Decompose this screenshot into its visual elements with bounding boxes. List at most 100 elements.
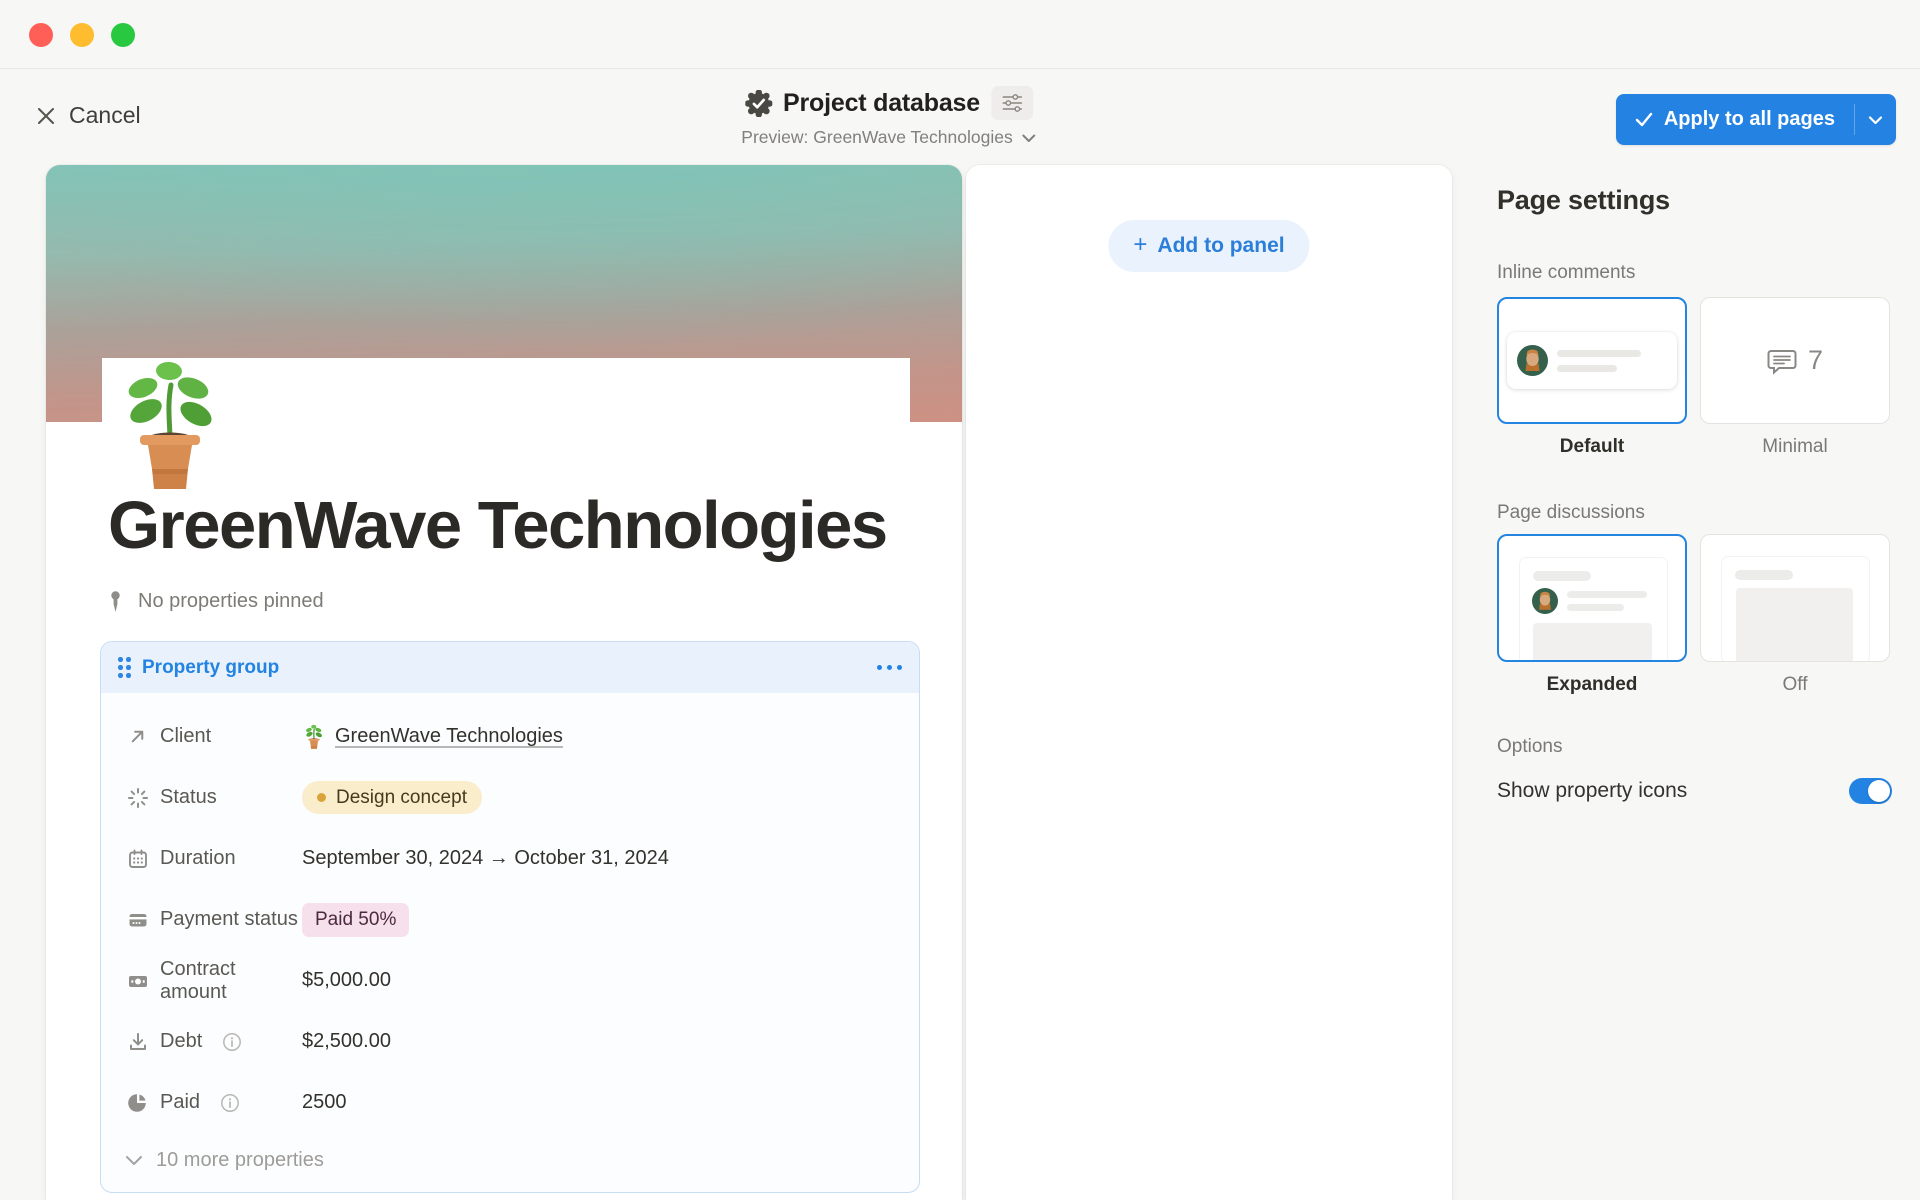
add-to-panel-button[interactable]: + Add to panel	[1108, 220, 1309, 272]
database-settings-button[interactable]	[991, 86, 1033, 120]
show-property-icons-label: Show property icons	[1497, 779, 1687, 803]
property-row-payment-status: Payment status Paid 50%	[101, 889, 919, 950]
potted-plant-emoji	[302, 723, 326, 750]
property-value-duration[interactable]: September 30, 2024 → October 31, 2024	[302, 847, 669, 870]
property-row-status: Status Design concept	[101, 767, 919, 828]
property-name: Status	[160, 786, 217, 809]
info-icon[interactable]	[222, 1032, 242, 1052]
property-name: Client	[160, 725, 211, 748]
inline-comments-label: Inline comments	[1497, 262, 1920, 284]
inline-comments-option-minimal[interactable]: 7	[1700, 297, 1890, 424]
date-range: September 30, 2024 → October 31, 2024	[302, 847, 669, 870]
page-discussions-option-off[interactable]	[1700, 534, 1890, 662]
cancel-label: Cancel	[69, 102, 141, 129]
plus-icon: +	[1133, 231, 1147, 259]
property-value-payment-status[interactable]: Paid 50%	[302, 903, 409, 937]
drag-handle-icon[interactable]	[118, 657, 131, 678]
zoom-window-button[interactable]	[111, 23, 135, 47]
discussion-off-thumbnail	[1722, 557, 1869, 662]
avatar	[1532, 588, 1558, 614]
property-label-debt[interactable]: Debt	[126, 1030, 302, 1053]
banknote-icon	[126, 969, 149, 992]
page-discussions-option-labels: Expanded Off	[1497, 674, 1920, 696]
preview-label: Preview: GreenWave Technologies	[741, 127, 1012, 148]
comment-bubble-icon	[1767, 346, 1797, 376]
comment-preview-thumbnail	[1507, 332, 1677, 389]
inline-comments-options: 7	[1497, 297, 1920, 424]
calendar-icon	[126, 847, 149, 870]
page-discussions-label: Page discussions	[1497, 502, 1920, 524]
property-rows: Client	[101, 693, 919, 1188]
property-label-paid[interactable]: Paid	[126, 1091, 302, 1114]
close-window-button[interactable]	[29, 23, 53, 47]
relation-link[interactable]: GreenWave Technologies	[335, 725, 563, 748]
minimize-window-button[interactable]	[70, 23, 94, 47]
more-properties-toggle[interactable]: 10 more properties	[101, 1133, 919, 1188]
property-label-duration[interactable]: Duration	[126, 847, 302, 870]
property-value-debt[interactable]: $2,500.00	[302, 1030, 391, 1053]
option-label-minimal: Minimal	[1700, 436, 1890, 458]
more-options-icon[interactable]	[877, 665, 902, 670]
property-label-contract-amount[interactable]: Contract amount	[126, 958, 302, 1004]
inline-comments-option-labels: Default Minimal	[1497, 436, 1920, 458]
discussion-expanded-thumbnail	[1520, 558, 1667, 662]
property-row-duration: Duration September 30, 2024 → October 31…	[101, 828, 919, 889]
page-discussions-option-expanded[interactable]	[1497, 534, 1687, 662]
amount-text: 2500	[302, 1091, 347, 1114]
status-pill[interactable]: Design concept	[302, 781, 482, 814]
property-name: Paid	[160, 1091, 200, 1114]
download-arrow-icon	[126, 1030, 149, 1053]
property-row-paid: Paid 2500	[101, 1072, 919, 1133]
potted-plant-emoji[interactable]	[110, 351, 230, 495]
property-group-header[interactable]: Property group	[101, 642, 919, 693]
comment-text-lines	[1557, 350, 1641, 372]
verified-badge-icon	[745, 90, 772, 117]
option-label-default: Default	[1497, 436, 1687, 458]
payment-status-label: Paid 50%	[315, 909, 396, 931]
property-value-contract-amount[interactable]: $5,000.00	[302, 969, 391, 992]
option-label-expanded: Expanded	[1497, 674, 1687, 696]
property-value-client[interactable]: GreenWave Technologies	[302, 723, 563, 750]
page-preview-card: GreenWave Technologies No properties pin…	[46, 165, 962, 1200]
more-properties-label: 10 more properties	[156, 1149, 324, 1172]
pinned-note-label: No properties pinned	[138, 590, 324, 613]
comment-badge-thumbnail: 7	[1767, 345, 1823, 376]
credit-card-icon	[126, 908, 149, 931]
side-panel-preview: + Add to panel	[966, 165, 1452, 1200]
show-property-icons-row: Show property icons	[1497, 778, 1892, 804]
inline-comments-option-default[interactable]	[1497, 297, 1687, 424]
status-dot	[317, 793, 326, 802]
status-spinner-icon	[126, 786, 149, 809]
page-settings-sidebar: Page settings Inline comments	[1452, 69, 1920, 1200]
comment-count: 7	[1808, 345, 1823, 376]
property-label-client[interactable]: Client	[126, 725, 302, 748]
property-name: Contract amount	[160, 958, 302, 1004]
property-group-block: Property group Client	[100, 641, 920, 1193]
property-value-paid[interactable]: 2500	[302, 1091, 347, 1114]
status-label: Design concept	[336, 787, 467, 809]
sliders-icon	[1001, 93, 1023, 113]
preview-selector[interactable]: Preview: GreenWave Technologies	[741, 127, 1036, 148]
avatar	[1517, 345, 1548, 376]
amount-text: $5,000.00	[302, 969, 391, 992]
arrow-up-right-icon	[126, 725, 149, 748]
page-title: GreenWave Technologies	[108, 487, 928, 564]
property-value-status[interactable]: Design concept	[302, 781, 482, 814]
property-name: Duration	[160, 847, 236, 870]
pinned-properties-note[interactable]: No properties pinned	[105, 585, 324, 617]
toggle-knob	[1868, 780, 1890, 802]
cancel-button[interactable]: Cancel	[36, 102, 141, 129]
property-group-label: Property group	[142, 657, 279, 679]
chevron-down-icon	[125, 1155, 143, 1166]
property-row-contract-amount: Contract amount $5,000.00	[101, 950, 919, 1011]
show-property-icons-toggle[interactable]	[1849, 778, 1892, 804]
payment-status-pill[interactable]: Paid 50%	[302, 903, 409, 937]
info-icon[interactable]	[220, 1093, 240, 1113]
page-discussions-options	[1497, 534, 1920, 662]
property-name: Debt	[160, 1030, 202, 1053]
window-controls	[29, 23, 135, 47]
property-label-status[interactable]: Status	[126, 786, 302, 809]
property-row-debt: Debt $2,500.00	[101, 1011, 919, 1072]
amount-text: $2,500.00	[302, 1030, 391, 1053]
property-label-payment-status[interactable]: Payment status	[126, 908, 302, 931]
